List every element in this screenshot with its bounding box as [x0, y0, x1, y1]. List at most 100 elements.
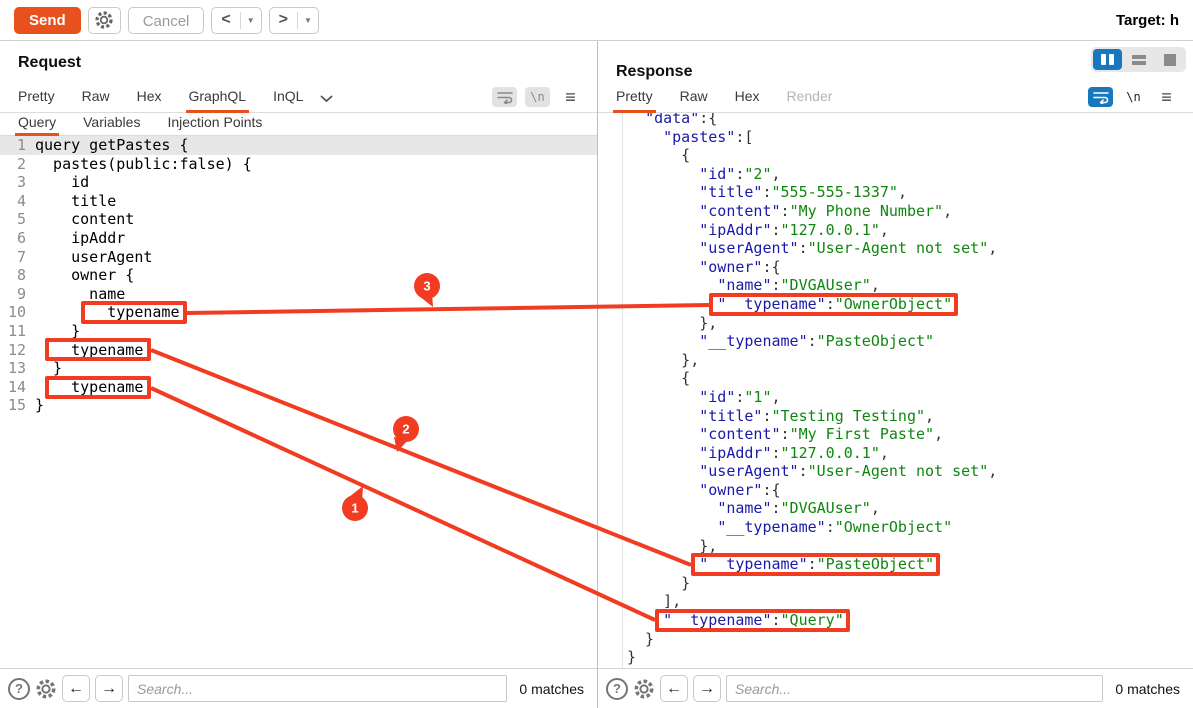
- target-label: Target: h: [1116, 12, 1179, 29]
- forward-dropdown-icon[interactable]: ▼: [298, 8, 318, 33]
- line-number: 3: [0, 173, 26, 192]
- tab-hex[interactable]: Hex: [137, 88, 162, 112]
- layout-rows-button[interactable]: [1124, 49, 1153, 70]
- cancel-button[interactable]: Cancel: [128, 7, 205, 34]
- response-code-line: "id":"2",: [598, 165, 1193, 184]
- response-viewer[interactable]: "data":{ "pastes":[ { "id":"2", "title":…: [598, 109, 1193, 668]
- tab-raw[interactable]: Raw: [680, 88, 708, 112]
- response-code-line: {: [598, 369, 1193, 388]
- back-arrow-icon: <: [212, 8, 239, 33]
- request-code-line: 5 content: [0, 210, 597, 229]
- tab-inql[interactable]: InQL: [273, 88, 303, 112]
- tab-hex[interactable]: Hex: [735, 88, 760, 112]
- line-number: 11: [0, 322, 26, 341]
- response-code-line: "__typename":"Query": [598, 611, 1193, 630]
- line-number: 9: [0, 285, 26, 304]
- graphql-subtab-bar: Query Variables Injection Points: [0, 113, 597, 136]
- editor-menu-icon[interactable]: ≡: [1154, 87, 1179, 107]
- soft-wrap-icon[interactable]: [492, 87, 517, 107]
- tab-variables[interactable]: Variables: [83, 114, 140, 135]
- line-number: 10: [0, 303, 26, 322]
- editor-menu-icon[interactable]: ≡: [558, 87, 583, 107]
- response-match-count: 0 matches: [1115, 681, 1180, 697]
- tab-pretty[interactable]: Pretty: [18, 88, 55, 112]
- response-code-line: "id":"1",: [598, 388, 1193, 407]
- request-code-line: 2 pastes(public:false) {: [0, 155, 597, 174]
- request-code-line: 15}: [0, 396, 597, 415]
- request-search-bar: ? ← → 0 matches: [0, 668, 597, 708]
- response-code-line: "ipAddr":"127.0.0.1",: [598, 221, 1193, 240]
- help-icon[interactable]: ?: [606, 678, 628, 700]
- request-editor[interactable]: 1query getPastes {2 pastes(public:false)…: [0, 136, 597, 668]
- search-prev-button[interactable]: ←: [660, 675, 688, 702]
- tab-injection-points[interactable]: Injection Points: [167, 114, 262, 135]
- response-code-line: "name":"DVGAUser",: [598, 276, 1193, 295]
- soft-wrap-icon[interactable]: [1088, 87, 1113, 107]
- response-code-line: "ipAddr":"127.0.0.1",: [598, 444, 1193, 463]
- request-code-line: 9 name: [0, 285, 597, 304]
- request-code-line: 11 }: [0, 322, 597, 341]
- send-button[interactable]: Send: [14, 7, 81, 34]
- tabs-overflow-chevron-icon[interactable]: [320, 95, 333, 112]
- search-next-button[interactable]: →: [95, 675, 123, 702]
- request-match-count: 0 matches: [519, 681, 584, 697]
- response-code-line: "content":"My First Paste",: [598, 425, 1193, 444]
- response-code-line: "userAgent":"User-Agent not set",: [598, 462, 1193, 481]
- request-code-line: 14 __typename: [0, 378, 597, 397]
- tab-pretty[interactable]: Pretty: [616, 88, 653, 112]
- history-back-button[interactable]: < ▼: [211, 7, 261, 34]
- help-icon[interactable]: ?: [8, 678, 30, 700]
- request-code-line: 10 __typename: [0, 303, 597, 322]
- forward-arrow-icon: >: [270, 8, 297, 33]
- line-number: 15: [0, 396, 26, 415]
- request-tab-bar: Pretty Raw Hex GraphQL InQL \n ≡: [0, 84, 597, 113]
- line-number: 4: [0, 192, 26, 211]
- tab-render[interactable]: Render: [787, 88, 833, 112]
- line-number: 1: [0, 136, 26, 155]
- response-search-bar: ? ← → 0 matches: [598, 668, 1193, 708]
- line-number: 2: [0, 155, 26, 174]
- request-code-line: 4 title: [0, 192, 597, 211]
- tab-raw[interactable]: Raw: [82, 88, 110, 112]
- top-toolbar: Send Cancel < ▼ > ▼ Target: h: [0, 0, 1193, 41]
- search-settings-gear-icon[interactable]: [35, 678, 57, 700]
- response-code-line: ],: [598, 592, 1193, 611]
- request-panel: Request PrettyRawHexGraphQLInQL \n ≡ Que…: [0, 41, 597, 708]
- panel-divider[interactable]: [597, 41, 598, 708]
- request-search-input[interactable]: [128, 675, 507, 702]
- layout-single-button[interactable]: [1155, 49, 1184, 70]
- response-code-line: "__typename":"PasteObject": [598, 555, 1193, 574]
- response-code-line: }: [598, 648, 1193, 667]
- line-number: 8: [0, 266, 26, 285]
- response-code-line: "__typename":"PasteObject": [598, 332, 1193, 351]
- newline-display-icon[interactable]: \n: [525, 87, 550, 107]
- response-search-input[interactable]: [726, 675, 1103, 702]
- response-code-line: "__typename":"OwnerObject": [598, 518, 1193, 537]
- line-number: 13: [0, 359, 26, 378]
- search-next-button[interactable]: →: [693, 675, 721, 702]
- gear-icon: [94, 10, 114, 30]
- response-code-line: },: [598, 537, 1193, 556]
- response-code-line: },: [598, 314, 1193, 333]
- request-code-line: 1query getPastes {: [0, 136, 597, 155]
- tab-query[interactable]: Query: [18, 114, 56, 135]
- search-settings-gear-icon[interactable]: [633, 678, 655, 700]
- response-code-line: },: [598, 351, 1193, 370]
- request-settings-gear-button[interactable]: [88, 7, 121, 34]
- response-code-line: {: [598, 146, 1193, 165]
- response-panel: Response PrettyRawHexRender \n ≡ "data":…: [598, 41, 1193, 708]
- response-code-line: "name":"DVGAUser",: [598, 499, 1193, 518]
- response-code-line: "owner":{: [598, 258, 1193, 277]
- search-prev-button[interactable]: ←: [62, 675, 90, 702]
- newline-display-icon[interactable]: \n: [1121, 87, 1146, 107]
- request-code-line: 12 __typename: [0, 341, 597, 360]
- layout-columns-button[interactable]: [1093, 49, 1122, 70]
- request-code-line: 13 }: [0, 359, 597, 378]
- line-number: 14: [0, 378, 26, 397]
- request-code-line: 7 userAgent: [0, 248, 597, 267]
- request-code-line: 6 ipAddr: [0, 229, 597, 248]
- back-dropdown-icon[interactable]: ▼: [241, 8, 261, 33]
- response-code-line: "content":"My Phone Number",: [598, 202, 1193, 221]
- tab-graphql[interactable]: GraphQL: [189, 88, 247, 112]
- history-forward-button[interactable]: > ▼: [269, 7, 319, 34]
